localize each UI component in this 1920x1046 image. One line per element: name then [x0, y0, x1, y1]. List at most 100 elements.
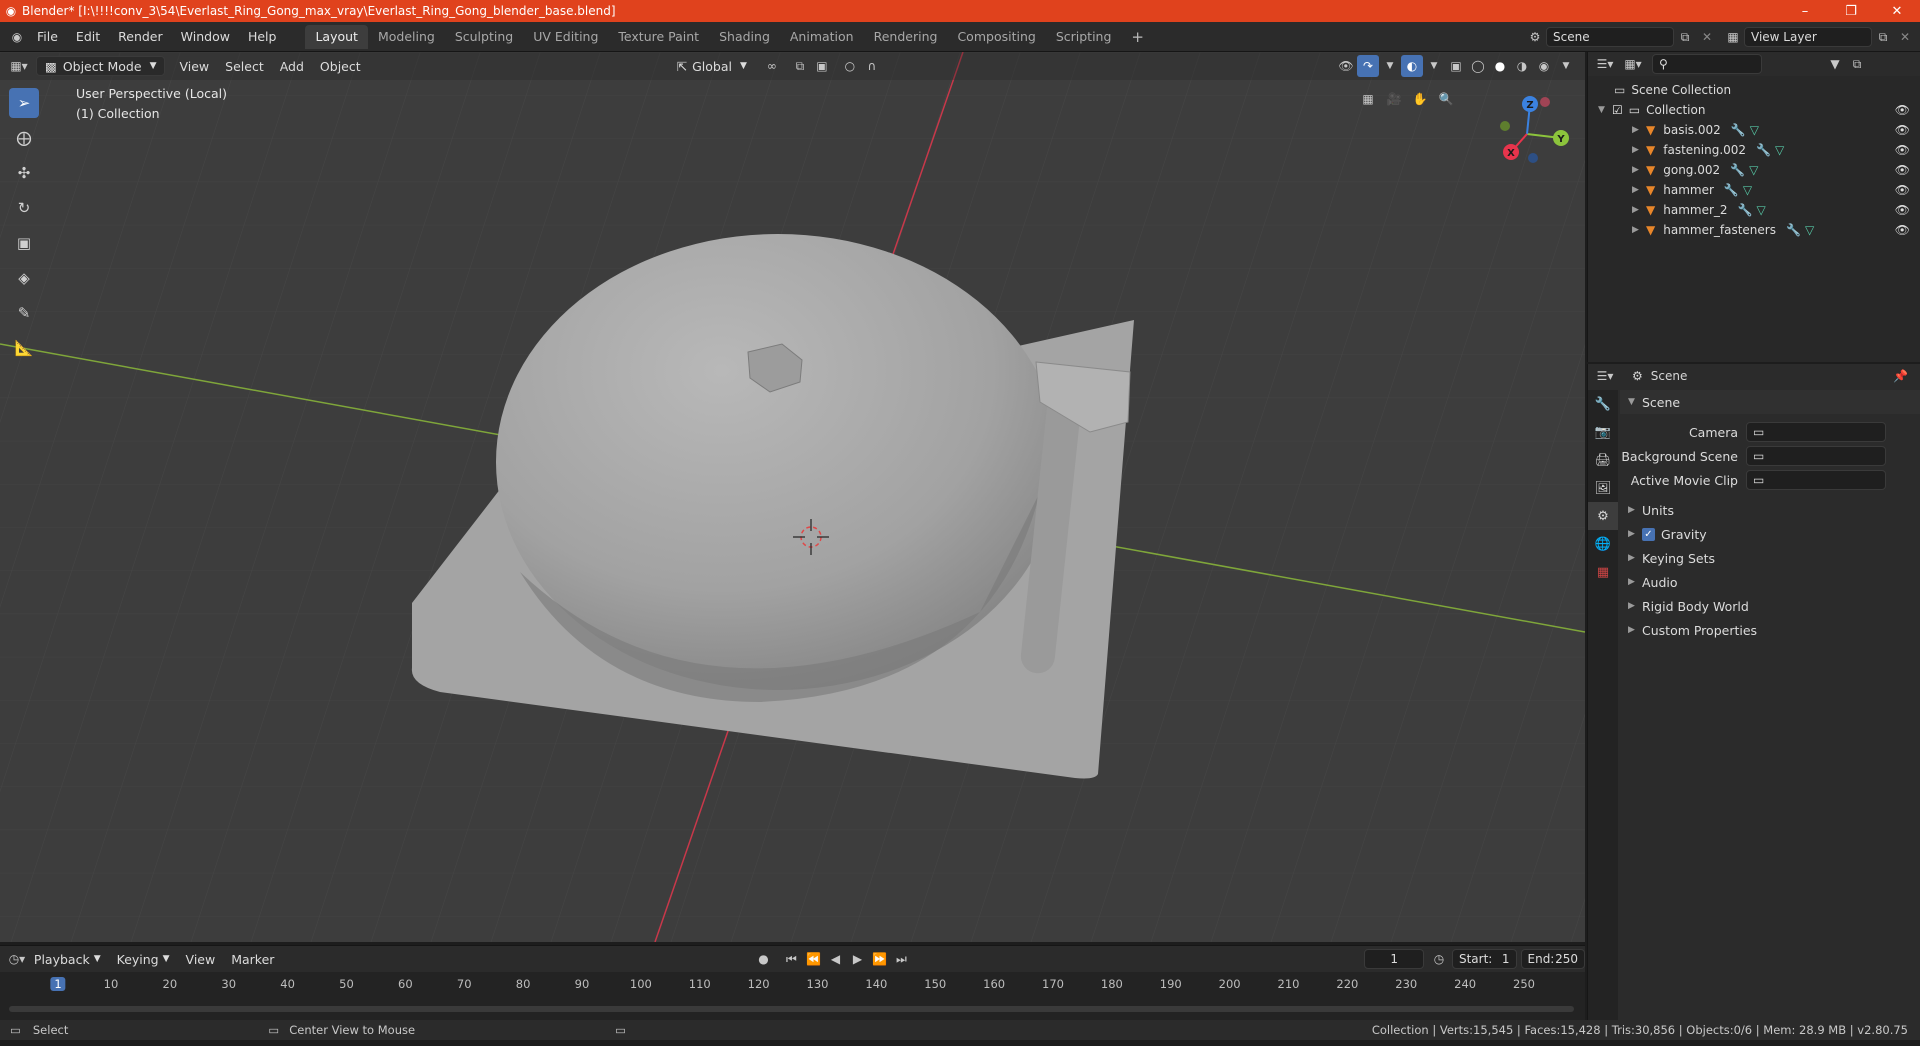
wireframe-shading-icon[interactable]: ◯ — [1467, 55, 1489, 77]
delete-view-layer-icon[interactable]: ✕ — [1894, 26, 1916, 48]
expand-arrow-icon[interactable]: ▶ — [1632, 165, 1646, 175]
panel-header[interactable]: ▶ Units — [1620, 498, 1920, 522]
world-tab-icon[interactable]: 🌐 — [1588, 530, 1618, 558]
visibility-icon[interactable]: 👁 — [1335, 55, 1357, 77]
orientation-dropdown[interactable]: ⇱ Global ▼ — [669, 56, 755, 76]
end-frame-field[interactable]: End: 250 — [1520, 949, 1586, 969]
tab-compositing[interactable]: Compositing — [947, 25, 1045, 49]
material-shading-icon[interactable]: ◑ — [1511, 55, 1533, 77]
menu-view[interactable]: View — [171, 56, 217, 76]
mesh-data-icon[interactable]: ▽ — [1749, 163, 1758, 177]
select-box-tool-icon[interactable]: ➢ — [9, 88, 39, 118]
zoom-icon[interactable]: 🔍 — [1435, 88, 1457, 110]
menu-timeline-view[interactable]: View — [178, 949, 224, 969]
tab-modeling[interactable]: Modeling — [368, 25, 445, 49]
maximize-button[interactable]: ❐ — [1828, 0, 1874, 22]
display-mode-icon[interactable]: ▦▾ — [1622, 53, 1644, 75]
delete-scene-icon[interactable]: ✕ — [1696, 26, 1718, 48]
frame-ruler[interactable]: 1 10 20 30 40 50 60 70 80 90 100 110 120 130 140 150 160… — [0, 972, 1585, 998]
play-icon[interactable]: ▶ — [846, 948, 868, 970]
mesh-data-icon[interactable]: ▽ — [1775, 143, 1784, 157]
panel-header[interactable]: ▶ ✓ Gravity — [1620, 522, 1920, 546]
property-field[interactable]: ▭ — [1746, 470, 1886, 490]
outliner-item[interactable]: ▶ ▼ gong.002 🔧 ▽ 👁 — [1588, 160, 1920, 180]
expand-arrow-icon[interactable]: ▶ — [1632, 125, 1646, 135]
texture-tab-icon[interactable]: ▦ — [1588, 558, 1618, 586]
add-workspace-button[interactable]: + — [1121, 25, 1154, 49]
record-icon[interactable]: ● — [752, 948, 774, 970]
tab-scripting[interactable]: Scripting — [1046, 25, 1122, 49]
measure-tool-icon[interactable]: 📐 — [9, 333, 39, 363]
gizmo-toggle-icon[interactable]: ↷ — [1357, 55, 1379, 77]
output-tab-icon[interactable]: 🖨 — [1588, 446, 1618, 474]
eye-icon[interactable]: 👁 — [1895, 223, 1910, 237]
eye-icon[interactable]: 👁 — [1895, 203, 1910, 217]
view-layer-field[interactable]: View Layer — [1744, 27, 1872, 47]
tab-animation[interactable]: Animation — [780, 25, 864, 49]
new-collection-icon[interactable]: ⧉ — [1846, 53, 1868, 75]
view-layer-tab-icon[interactable]: 🖼 — [1588, 474, 1618, 502]
cursor-tool-icon[interactable]: ⨁ — [9, 123, 39, 153]
start-frame-field[interactable]: Start: 1 — [1451, 949, 1517, 969]
rotate-tool-icon[interactable]: ↻ — [9, 193, 39, 223]
transform-tool-icon[interactable]: ◈ — [9, 263, 39, 293]
scene-tab-icon[interactable]: ⚙ — [1588, 502, 1618, 530]
tab-texture-paint[interactable]: Texture Paint — [608, 25, 709, 49]
rendered-shading-icon[interactable]: ◉ — [1533, 55, 1555, 77]
panel-header[interactable]: ▶ Keying Sets — [1620, 546, 1920, 570]
play-reverse-icon[interactable]: ◀ — [824, 948, 846, 970]
outliner-item[interactable]: ▶ ▼ fastening.002 🔧 ▽ 👁 — [1588, 140, 1920, 160]
eye-icon[interactable]: 👁 — [1895, 103, 1910, 117]
property-field[interactable]: ▭ — [1746, 446, 1886, 466]
panel-header[interactable]: ▶ Rigid Body World — [1620, 594, 1920, 618]
outliner-item[interactable]: ▶ ▼ hammer_2 🔧 ▽ 👁 — [1588, 200, 1920, 220]
eye-icon[interactable]: 👁 — [1895, 123, 1910, 137]
tab-layout[interactable]: Layout — [305, 24, 368, 49]
modifier-wrench-icon[interactable]: 🔧 — [1724, 183, 1739, 197]
menu-select[interactable]: Select — [217, 56, 272, 76]
tab-uv-editing[interactable]: UV Editing — [523, 25, 608, 49]
checkbox-icon[interactable]: ☑ — [1612, 103, 1623, 117]
solid-shading-icon[interactable]: ● — [1489, 55, 1511, 77]
proportional-edit-icon[interactable]: ○ — [839, 55, 861, 77]
menu-object[interactable]: Object — [312, 56, 369, 76]
outliner-editor-icon[interactable]: ☰▾ — [1594, 53, 1616, 75]
mesh-data-icon[interactable]: ▽ — [1750, 123, 1759, 137]
overlay-toggle-icon[interactable]: ◐ — [1401, 55, 1423, 77]
gravity-checkbox[interactable]: ✓ — [1642, 527, 1655, 541]
snap-target-icon[interactable]: ▣ — [811, 55, 833, 77]
outliner-item[interactable]: ▶ ▼ basis.002 🔧 ▽ 👁 — [1588, 120, 1920, 140]
tab-rendering[interactable]: Rendering — [864, 25, 948, 49]
camera-view-icon[interactable]: 🎥 — [1383, 88, 1405, 110]
menu-render[interactable]: Render — [109, 22, 172, 51]
jump-start-icon[interactable]: ⏮ — [780, 948, 802, 970]
panel-header[interactable]: ▶ Audio — [1620, 570, 1920, 594]
viewport-canvas[interactable] — [0, 52, 1585, 942]
blender-menu-icon[interactable]: ◉ — [6, 26, 28, 48]
pivot-icon[interactable]: ∞ — [761, 55, 783, 77]
render-tab-icon[interactable]: 📷 — [1588, 418, 1618, 446]
eye-icon[interactable]: 👁 — [1895, 143, 1910, 157]
eye-icon[interactable]: 👁 — [1895, 163, 1910, 177]
property-field[interactable]: ▭ — [1746, 422, 1886, 442]
close-button[interactable]: ✕ — [1874, 0, 1920, 22]
modifier-wrench-icon[interactable]: 🔧 — [1730, 163, 1745, 177]
menu-keying[interactable]: Keying ▼ — [109, 949, 178, 969]
new-scene-icon[interactable]: ⧉ — [1674, 26, 1696, 48]
menu-marker[interactable]: Marker — [223, 949, 282, 969]
menu-file[interactable]: File — [28, 22, 67, 51]
grid-view-icon[interactable]: ▦ — [1357, 88, 1379, 110]
falloff-icon[interactable]: ∩ — [861, 55, 883, 77]
modifier-wrench-icon[interactable]: 🔧 — [1738, 203, 1753, 217]
chevron-down-icon[interactable]: ▼ — [1423, 55, 1445, 77]
tab-sculpting[interactable]: Sculpting — [445, 25, 523, 49]
filter-icon[interactable]: ▼ — [1824, 53, 1846, 75]
pin-icon[interactable]: 📌 — [1893, 369, 1908, 383]
menu-window[interactable]: Window — [172, 22, 239, 51]
preview-range-icon[interactable]: ◷ — [1430, 948, 1448, 970]
menu-add[interactable]: Add — [272, 56, 312, 76]
expand-arrow-icon[interactable]: ▶ — [1632, 225, 1646, 235]
jump-end-icon[interactable]: ⏭ — [890, 948, 912, 970]
chevron-down-icon[interactable]: ▼ — [1555, 55, 1577, 77]
expand-arrow-icon[interactable]: ▼ — [1598, 105, 1612, 115]
